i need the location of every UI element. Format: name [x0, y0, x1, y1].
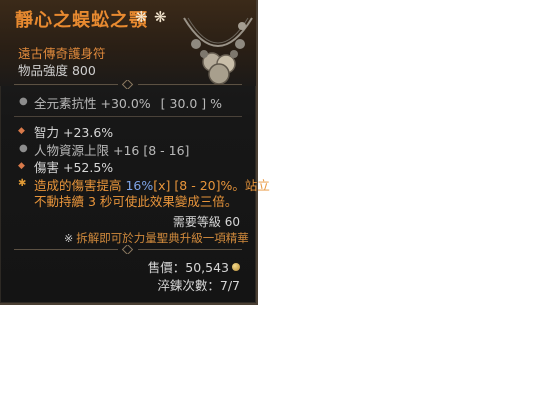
divider	[14, 80, 242, 89]
affix-line: 傷害 +52.5%	[34, 160, 114, 175]
salvage-note: ※ 拆解即可於力量聖典升級一項精華	[64, 231, 249, 245]
item-tooltip: 靜心之蜈蚣之顎 ❋ ❋ 遠古傳奇護身符 物品強度 800 ● 全元素抗性 +30…	[0, 0, 270, 305]
item-power: 物品強度 800	[18, 63, 96, 78]
star-icon: ❋	[154, 8, 167, 26]
bullet-icon: ●	[19, 96, 28, 107]
bullet-icon: ●	[19, 143, 28, 154]
sell-price: 售價：50,543	[148, 257, 240, 276]
item-name: 靜心之蜈蚣之顎	[15, 10, 148, 31]
divider	[14, 245, 242, 254]
level-requirement: 需要等級 60	[172, 215, 240, 229]
diamond-bullet-icon: ◆	[18, 161, 25, 171]
gold-coin-icon	[232, 263, 240, 271]
affix-line: 智力 +23.6%	[34, 125, 114, 140]
implicit-stat: 全元素抗性 +30.0% [ 30.0 ] %	[34, 96, 223, 111]
aspect-line-2: 不動持續 3 秒可使此效果變成三倍。	[34, 194, 238, 209]
salvage-icon: ※	[64, 232, 74, 245]
amulet-icon	[183, 17, 253, 85]
diamond-bullet-icon: ◆	[18, 126, 25, 136]
temper-count: 淬鍊次數：7/7	[157, 278, 240, 293]
star-icon: ❋	[135, 8, 148, 26]
star-bullet-icon: ✱	[18, 178, 27, 189]
divider	[14, 116, 242, 117]
